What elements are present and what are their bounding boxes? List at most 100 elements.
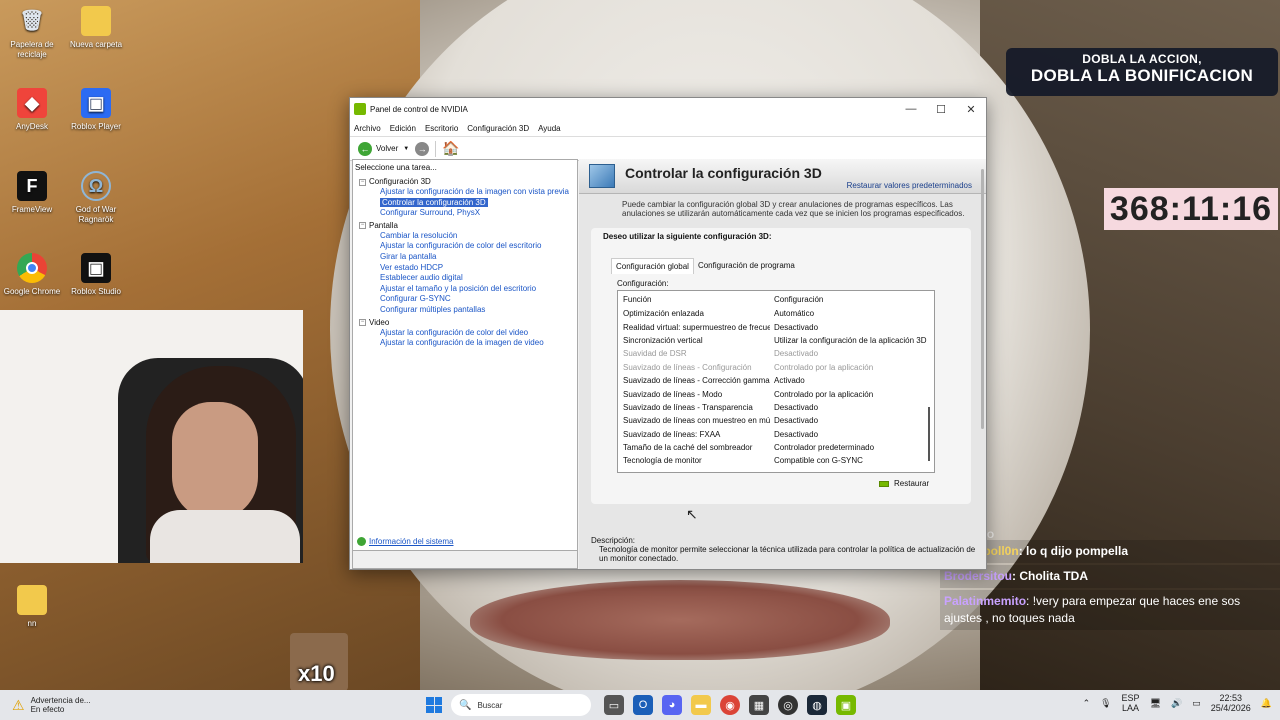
tab-program-settings[interactable]: Configuración de programa [694,258,799,274]
stream-timer: 368:11:16 [1104,188,1278,230]
back-button-label[interactable]: Volver [376,144,398,153]
task-view-icon[interactable]: ▭ [604,695,624,715]
file-explorer-icon[interactable]: ▬ [691,695,711,715]
search-placeholder: Buscar [477,700,503,710]
table-row[interactable]: Suavizado de líneas - Modo Controlado por… [618,387,934,400]
description-section: Descripción: Tecnología de monitor permi… [591,536,979,563]
desktop-icon-god-of-war[interactable]: Ω God of War Ragnarök [65,171,127,225]
back-arrow-icon[interactable]: ← [358,141,372,156]
table-row[interactable]: Suavizado de líneas - Corrección gamma Ac… [618,374,934,387]
chat-emote: x10 [290,633,348,691]
grid-header: Función Configuración [618,291,934,307]
desktop-icon-new-folder[interactable]: Nueva carpeta [65,6,127,50]
left-panel-footer [353,550,577,568]
tray-expand-icon[interactable]: ⌃ [1083,698,1091,708]
tree-item[interactable]: Configurar G-SYNC [359,294,577,305]
tree-item[interactable]: Ajustar la configuración de la imagen co… [359,187,577,198]
table-row[interactable]: Suavizado de líneas con muestreo en múlt… [618,414,934,427]
app-icon[interactable]: ◎ [778,695,798,715]
tree-item-selected[interactable]: Controlar la configuración 3D [359,197,577,209]
tree-item[interactable]: Cambiar la resolución [359,231,577,242]
forward-arrow-icon[interactable]: → [415,141,430,156]
clock[interactable]: 22:53 25/4/2026 [1211,693,1251,713]
taskbar-warning-widget[interactable]: ⚠ Advertencia de... En efecto [12,696,132,714]
tab-global-settings[interactable]: Configuración global [611,258,694,274]
grid-scrollbar[interactable] [928,407,930,461]
language-indicator[interactable]: ESP LAA [1122,693,1140,713]
restore-button[interactable]: Restaurar [879,479,929,488]
content-scrollbar[interactable] [981,169,984,429]
table-row[interactable]: Suavizado de líneas - Transparencia Desac… [618,401,934,414]
chat-partial-line: CONTENIDO [940,530,1280,540]
store-icon[interactable]: ▦ [749,695,769,715]
menu-escritorio[interactable]: Escritorio [425,124,458,133]
back-dropdown-icon[interactable]: ▼ [403,146,409,152]
desktop-icon-roblox-studio[interactable]: ▣ Roblox Studio [65,253,127,297]
desktop-icon-label: God of War Ragnarök [75,205,117,224]
start-button[interactable] [426,697,442,713]
task-tree: − Configuración 3D Ajustar la configuraci… [353,177,577,349]
chrome-taskbar-icon[interactable]: ◉ [720,695,740,715]
tree-item[interactable]: Ajustar el tamaño y la posición del escr… [359,284,577,295]
table-row[interactable]: Realidad virtual: supermuestreo de frecu… [618,320,934,333]
menu-ayuda[interactable]: Ayuda [538,124,561,133]
collapse-icon[interactable]: − [359,319,366,327]
table-row[interactable]: Sincronización vertical Utilizar la confi… [618,334,934,347]
window-titlebar[interactable]: Panel de control de NVIDIA — ☐ ✕ [350,98,986,120]
collapse-icon[interactable]: − [359,178,366,186]
tree-item[interactable]: Ajustar la configuración de la imagen de… [359,338,577,349]
system-info-link[interactable]: Información del sistema [357,537,453,546]
info-icon [357,537,366,546]
tree-item[interactable]: Ajustar la configuración de color del es… [359,241,577,252]
tree-category-video[interactable]: − Video [359,318,577,328]
network-icon[interactable]: 🖥 [1150,698,1161,708]
table-row[interactable]: Optimización enlazada Automático [618,307,934,320]
tree-item[interactable]: Configurar múltiples pantallas [359,305,577,316]
desktop-icon-anydesk[interactable]: ◆ AnyDesk [1,88,63,132]
tree-category-label: Video [369,317,390,327]
desktop-icon-frameview[interactable]: F FrameView [1,171,63,215]
discord-icon[interactable]: ◕ [662,695,682,715]
microphone-icon[interactable]: 🎙 [1100,698,1111,708]
outlook-icon[interactable]: O [633,695,653,715]
notification-icon[interactable]: 🔔 [1261,698,1272,708]
stream-chat: CONTENIDO Jordielpoll0n: lo q dijo pompe… [940,530,1280,632]
desktop-icon-recycle-bin[interactable]: 🗑 Papelera de reciclaje [1,6,63,60]
minimize-button[interactable]: — [896,103,926,115]
tree-item[interactable]: Establecer audio digital [359,273,577,284]
taskbar: ⚠ Advertencia de... En efecto 🔍 Buscar ▭… [0,690,1280,720]
restore-defaults-link[interactable]: Restaurar valores predeterminados [847,181,972,190]
tree-category-pantalla[interactable]: − Pantalla [359,221,577,231]
warning-title: Advertencia de... [30,696,91,705]
table-row-disabled: Suavidad de DSR Desactivado [623,349,819,359]
search-icon: 🔍 [459,699,472,711]
nvidia-badge-icon [879,480,889,487]
battery-icon[interactable]: ▭ [1192,698,1201,708]
menu-archivo[interactable]: Archivo [354,124,381,133]
close-button[interactable]: ✕ [956,103,986,116]
tree-item[interactable]: Configurar Surround, PhysX [359,208,577,219]
maximize-button[interactable]: ☐ [926,103,956,116]
collapse-icon[interactable]: − [359,222,366,230]
tree-item[interactable]: Ajustar la configuración de color del vi… [359,328,577,339]
desktop-icon-chrome[interactable]: Google Chrome [1,253,63,297]
frameview-icon: F [17,171,47,201]
table-row[interactable]: Suavizado de líneas: FXAA Desactivado [618,428,934,441]
tree-category-label: Configuración 3D [369,177,431,186]
desktop-icon-roblox-player[interactable]: ▣ Roblox Player [65,88,127,132]
settings-question: Deseo utilizar la siguiente configuració… [603,232,772,241]
tree-category-3d[interactable]: − Configuración 3D [359,177,577,187]
settings-tabs: Configuración global Configuración de pr… [611,258,799,274]
taskbar-search[interactable]: 🔍 Buscar [451,694,591,716]
menu-edicion[interactable]: Edición [390,124,416,133]
menu-configuracion-3d[interactable]: Configuración 3D [467,124,529,133]
steam-icon[interactable]: ◍ [807,695,827,715]
desktop-icon-nn-folder[interactable]: nn [1,585,63,629]
home-icon[interactable]: 🏠 [442,140,459,157]
nvidia-taskbar-icon[interactable]: ▣ [836,695,856,715]
tree-item[interactable]: Ver estado HDCP [359,263,577,274]
tree-item[interactable]: Girar la pantalla [359,252,577,263]
table-row[interactable]: Tecnología de monitor Compatible con G-SY… [618,454,934,467]
table-row[interactable]: Tamaño de la caché del sombreador Control… [618,441,934,454]
volume-icon[interactable]: 🔊 [1171,698,1182,708]
